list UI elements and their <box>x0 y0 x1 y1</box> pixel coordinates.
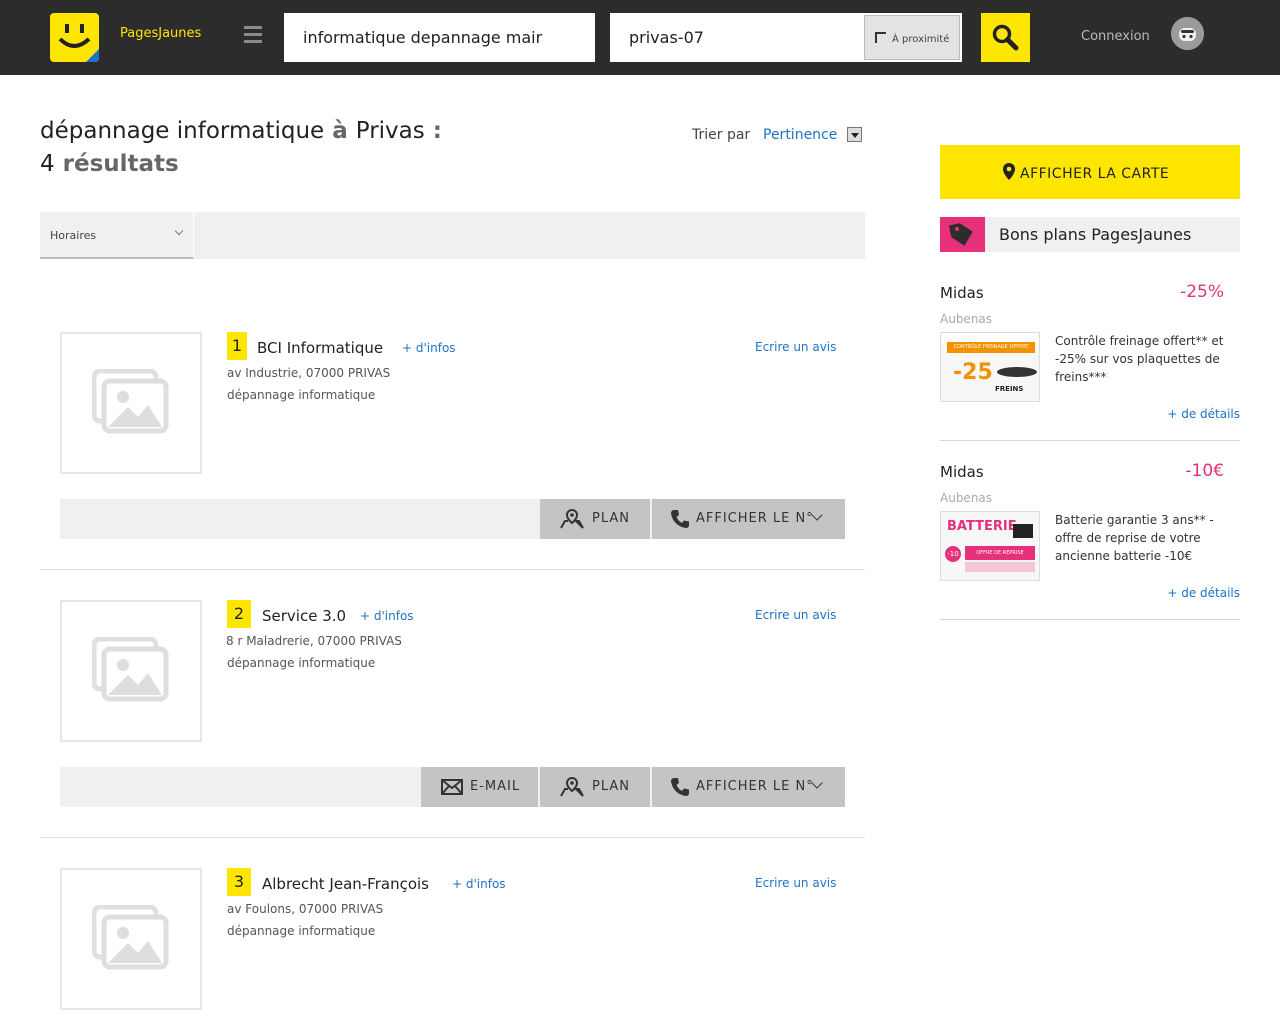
result-address: av Foulons, 07000 PRIVAS <box>227 902 384 916</box>
result-actions-bar: PLAN AFFICHER LE N° <box>60 499 845 539</box>
result-address: av Industrie, 07000 PRIVAS <box>227 366 391 380</box>
image-placeholder-icon <box>92 637 169 702</box>
login-link[interactable]: Connexion <box>1081 29 1150 44</box>
search-where-field: À proximité <box>610 13 962 62</box>
price-tag-icon <box>940 217 985 252</box>
plan-button[interactable]: PLAN <box>540 767 650 807</box>
envelope-icon <box>441 779 463 795</box>
offer-image-small: OFFRE DE REPRISE <box>965 546 1035 560</box>
offer-city: Aubenas <box>940 312 993 326</box>
proximity-toggle[interactable]: À proximité <box>864 15 960 60</box>
search-where-input[interactable] <box>610 13 864 62</box>
image-placeholder-icon <box>92 905 169 970</box>
title-city: Privas <box>355 118 425 144</box>
offer-image-big: -10 <box>945 546 961 562</box>
magnifier-icon <box>992 24 1019 51</box>
result-thumbnail[interactable] <box>60 600 202 742</box>
sort-label: Trier par <box>692 127 751 143</box>
offer-card[interactable]: Midas -10€ Aubenas BATTERIE -10 OFFRE DE… <box>940 461 1240 620</box>
more-info-link[interactable]: + d'infos <box>452 877 506 891</box>
sort-select[interactable]: Pertinence <box>763 127 837 143</box>
search-button[interactable] <box>981 13 1030 62</box>
result-address: 8 r Maladrerie, 07000 PRIVAS <box>226 634 402 648</box>
offer-card[interactable]: Midas -25% Aubenas CONTRÔLE FREINAGE OFF… <box>940 282 1240 441</box>
offer-name[interactable]: Midas <box>940 284 984 302</box>
chevron-down-icon <box>174 226 184 236</box>
title-preposition: à <box>332 118 348 144</box>
map-pin-icon <box>560 777 584 797</box>
result-item: 1 BCI Informatique + d'infos Ecrire un a… <box>40 332 865 570</box>
show-map-label: AFFICHER LA CARTE <box>1020 166 1170 182</box>
offer-details-link[interactable]: + de détails <box>1167 586 1240 600</box>
offer-discount: -25% <box>1180 282 1224 302</box>
show-phone-label: AFFICHER LE N° <box>696 779 814 794</box>
email-button[interactable]: E-MAIL <box>421 767 538 807</box>
result-thumbnail[interactable] <box>60 332 202 474</box>
plan-label: PLAN <box>592 779 630 794</box>
title-keyword: dépannage informatique <box>40 118 325 144</box>
show-map-button[interactable]: AFFICHER LA CARTE <box>940 145 1240 199</box>
email-label: E-MAIL <box>470 779 521 794</box>
result-activity: dépannage informatique <box>227 656 376 670</box>
results-title: dépannage informatique à Privas : 4 résu… <box>40 115 510 181</box>
more-info-link[interactable]: + d'infos <box>402 341 456 355</box>
offer-city: Aubenas <box>940 491 993 505</box>
filter-horaires[interactable]: Horaires <box>40 212 194 259</box>
offer-image-header: CONTRÔLE FREINAGE OFFERT <box>947 342 1035 353</box>
plan-button[interactable]: PLAN <box>540 499 650 539</box>
offer-image-small: FREINS <box>995 385 1024 393</box>
result-item: 2 Service 3.0 + d'infos Ecrire un avis 8… <box>40 600 865 838</box>
proximity-checkbox-icon[interactable] <box>875 32 886 43</box>
offer-image[interactable]: CONTRÔLE FREINAGE OFFERT -25 FREINS <box>940 332 1040 402</box>
results-count-label: résultats <box>62 151 179 177</box>
offer-description: Contrôle freinage offert** et -25% sur v… <box>1055 334 1224 384</box>
bons-plans-title: Bons plans PagesJaunes <box>999 225 1192 244</box>
smiley-logo-icon <box>58 24 99 62</box>
offer-description: Batterie garantie 3 ans** - offre de rep… <box>1055 513 1214 563</box>
result-item: 3 Albrecht Jean-François + d'infos Ecrir… <box>40 868 865 1024</box>
results-count: 4 <box>40 151 55 177</box>
filter-horaires-label: Horaires <box>50 229 97 242</box>
result-thumbnail[interactable] <box>60 868 202 1010</box>
result-rank: 2 <box>227 600 251 628</box>
result-rank: 1 <box>227 332 247 360</box>
more-info-link[interactable]: + d'infos <box>360 609 414 623</box>
plan-label: PLAN <box>592 511 630 526</box>
result-name[interactable]: Albrecht Jean-François <box>262 875 429 893</box>
image-placeholder-icon <box>92 369 169 434</box>
result-name[interactable]: Service 3.0 <box>262 607 346 625</box>
phone-icon <box>671 778 689 796</box>
result-rank: 3 <box>227 868 251 896</box>
top-header: PagesJaunes À proximité Connexion <box>0 0 1280 75</box>
phone-icon <box>671 510 689 528</box>
filter-bar: Horaires <box>40 212 865 259</box>
map-pin-icon <box>560 509 584 529</box>
result-name[interactable]: BCI Informatique <box>257 339 383 357</box>
location-pin-icon <box>1003 163 1015 180</box>
pagesjaunes-logo[interactable] <box>50 13 99 62</box>
brand-name[interactable]: PagesJaunes <box>120 26 201 41</box>
user-avatar-icon[interactable] <box>1171 17 1204 50</box>
proximity-label: À proximité <box>892 34 950 45</box>
show-phone-label: AFFICHER LE N° <box>696 511 814 526</box>
result-activity: dépannage informatique <box>227 388 376 402</box>
show-phone-button[interactable]: AFFICHER LE N° <box>652 767 845 807</box>
write-review-link[interactable]: Ecrire un avis <box>755 340 836 354</box>
result-activity: dépannage informatique <box>227 924 376 938</box>
hamburger-menu-icon[interactable] <box>244 26 262 46</box>
write-review-link[interactable]: Ecrire un avis <box>755 876 836 890</box>
offer-discount: -10€ <box>1185 461 1224 481</box>
offer-image-big: -25 <box>953 360 993 385</box>
bons-plans-header: Bons plans PagesJaunes <box>940 217 1240 252</box>
search-what-input[interactable] <box>284 13 595 62</box>
write-review-link[interactable]: Ecrire un avis <box>755 608 836 622</box>
result-actions-bar: E-MAIL PLAN AFFICHER LE N° <box>60 767 845 807</box>
offer-image-header: BATTERIE <box>947 519 1017 534</box>
offer-name[interactable]: Midas <box>940 463 984 481</box>
sort-dropdown-arrow-icon[interactable] <box>847 127 862 142</box>
offer-image[interactable]: BATTERIE -10 OFFRE DE REPRISE <box>940 511 1040 581</box>
offer-details-link[interactable]: + de détails <box>1167 407 1240 421</box>
show-phone-button[interactable]: AFFICHER LE N° <box>652 499 845 539</box>
title-colon: : <box>432 118 442 144</box>
